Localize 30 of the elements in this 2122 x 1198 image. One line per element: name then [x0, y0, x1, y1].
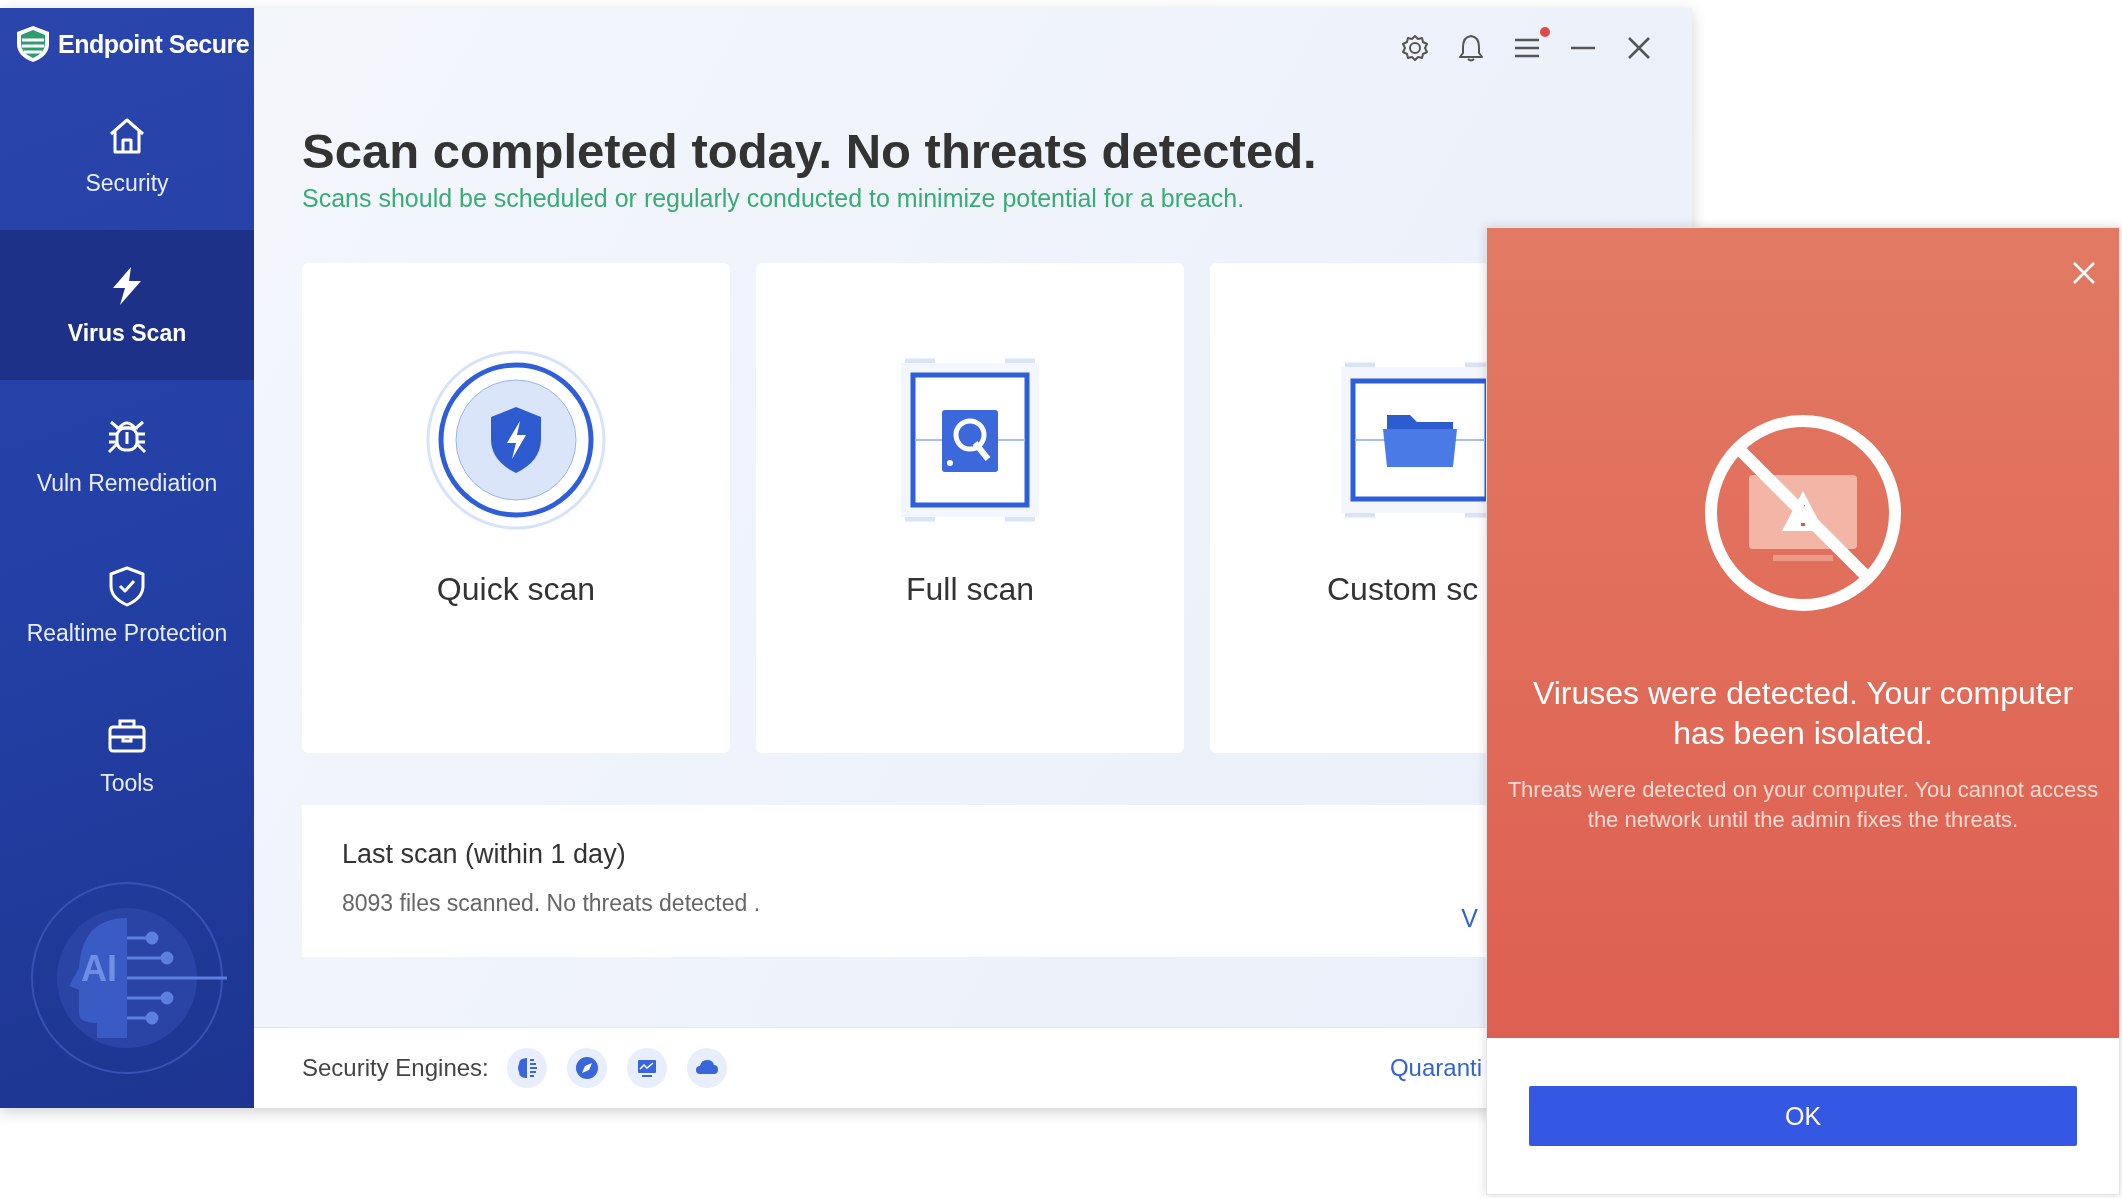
alert-message: Threats were detected on your computer. You cannot access the network until the admin fixes the threats. [1506, 776, 2100, 834]
ok-button[interactable]: OK [1529, 1086, 2077, 1146]
scan-option-label[interactable]: Full scan [905, 571, 1034, 608]
app-title: Endpoint Secure [58, 29, 250, 59]
last-scan-title: Last scan (within 1 day) [342, 839, 627, 870]
minimize-icon[interactable] [1571, 46, 1595, 50]
quarantine-link[interactable]: Quaranti [1389, 1054, 1482, 1082]
view-link[interactable]: V [1461, 904, 1478, 933]
sidebar-item[interactable]: Tools [0, 680, 254, 830]
sidebar-item[interactable]: Vuln Remediation [0, 380, 254, 530]
scan-option-card[interactable]: Quick scan [302, 263, 730, 753]
scan-status-title: Scan completed today. No threats detected. [302, 124, 1318, 178]
bell-icon[interactable] [1456, 33, 1486, 63]
settings-icon[interactable] [1400, 33, 1430, 63]
logo-icon [14, 24, 52, 64]
scan-option-card[interactable]: Full scan [756, 263, 1184, 753]
engines-label: Security Engines: [302, 1054, 489, 1082]
sidebar-item[interactable]: Virus Scan [0, 230, 254, 380]
sidebar-item[interactable]: Realtime Protection [0, 530, 254, 680]
close-icon[interactable] [1627, 36, 1651, 60]
sidebar-item[interactable]: Security [0, 80, 254, 230]
blocked-monitor-icon [1703, 413, 1903, 613]
compass-icon[interactable] [566, 1048, 607, 1088]
monitor-chart-icon[interactable] [626, 1048, 667, 1088]
scan-advice: Scans should be scheduled or regularly conducted to minimize potential for a breach. [302, 184, 1246, 213]
menu-icon[interactable] [1514, 37, 1540, 59]
cloud-icon[interactable] [686, 1048, 727, 1088]
scan-option-label[interactable]: Custom sc [1327, 571, 1479, 608]
last-scan-detail: 8093 files scanned. No threats detected . [342, 890, 762, 917]
scan-option-label[interactable]: Quick scan [436, 571, 596, 608]
